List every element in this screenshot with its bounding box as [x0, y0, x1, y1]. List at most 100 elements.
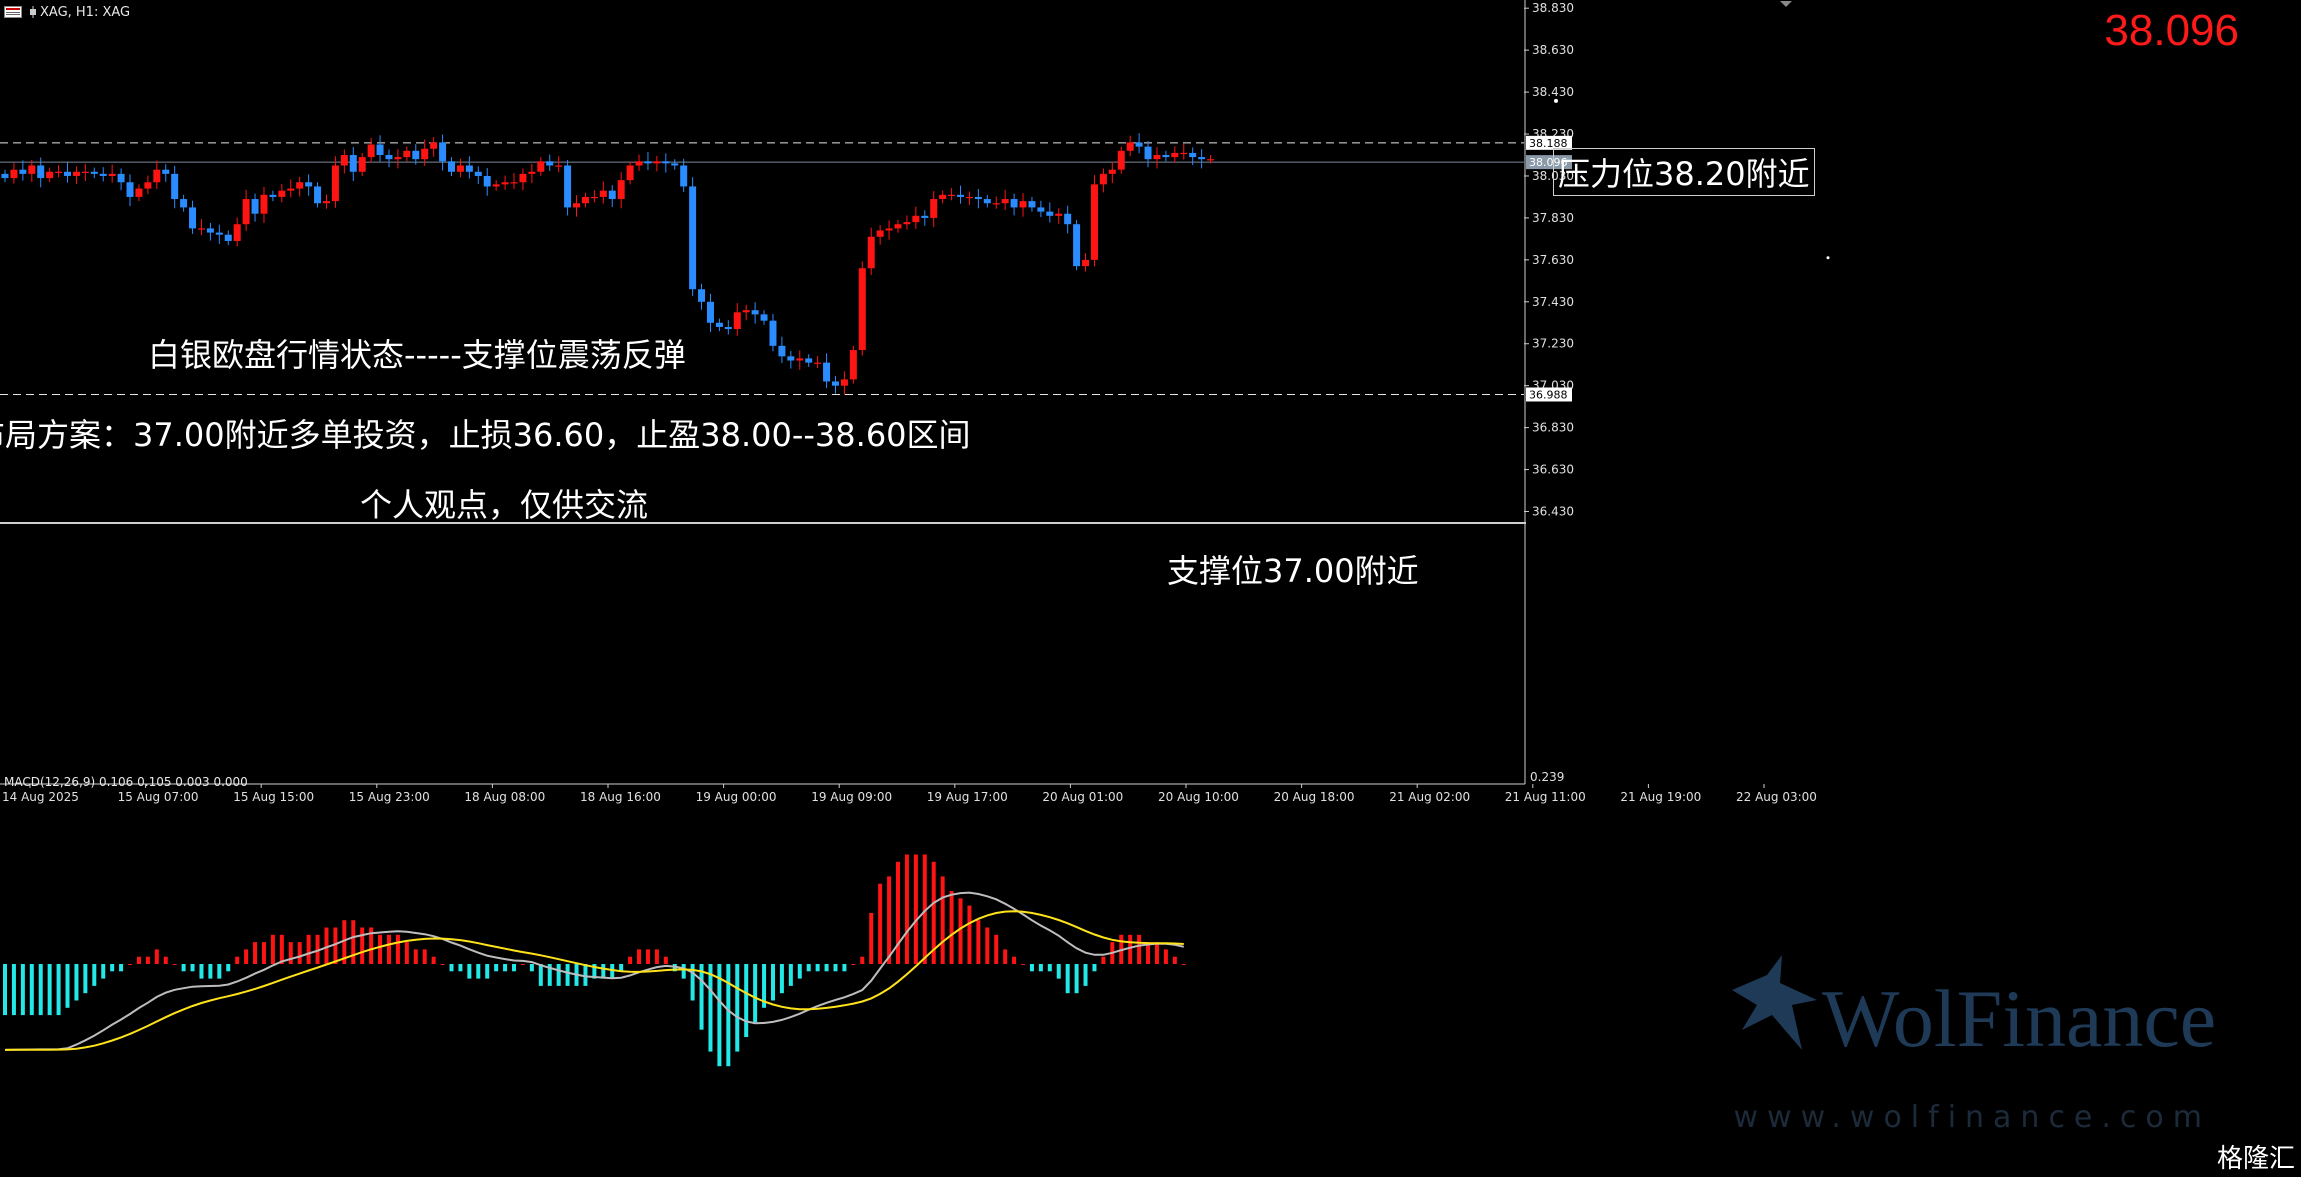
- price-tick-label: 38.830: [1532, 1, 1574, 15]
- chart-title: XAG, H1: XAG: [40, 5, 131, 20]
- macd-histogram-bar: [136, 956, 141, 964]
- candle-body: [724, 326, 732, 330]
- candle-body: [1082, 259, 1090, 267]
- macd-histogram-bar: [815, 964, 820, 972]
- candle-body: [331, 165, 339, 202]
- macd-histogram-bar: [1172, 956, 1177, 964]
- candle-body: [492, 184, 500, 187]
- candle: [858, 261, 866, 356]
- candle-body: [448, 161, 455, 172]
- candle-body: [939, 194, 947, 200]
- macd-histogram-bar: [1047, 964, 1052, 972]
- candle-body: [885, 228, 893, 231]
- macd-histogram-bar: [753, 964, 758, 1023]
- candle-body: [653, 161, 661, 164]
- candle-body: [805, 358, 813, 363]
- macd-histogram-bar: [896, 861, 900, 964]
- candle-body: [537, 161, 545, 172]
- candle-body: [367, 144, 375, 158]
- candle-body: [1064, 213, 1072, 225]
- price-tick-label: 37.630: [1532, 253, 1574, 267]
- candle-body: [823, 362, 831, 382]
- price-tick-label: 38.630: [1532, 43, 1574, 57]
- macd-histogram-bar: [556, 964, 561, 986]
- candle-body: [64, 171, 72, 176]
- macd-histogram-bar: [235, 956, 240, 964]
- candle-body: [992, 203, 1000, 205]
- candle-body: [1108, 169, 1116, 174]
- candle-body: [1, 173, 9, 179]
- candle-body: [46, 171, 54, 179]
- candle-body: [680, 165, 688, 187]
- candle-body: [153, 169, 161, 183]
- candle-body: [99, 173, 107, 176]
- candle-body: [974, 196, 982, 200]
- macd-histogram-bar: [83, 964, 88, 994]
- macd-histogram-bar: [270, 934, 275, 964]
- candle-body: [1090, 184, 1098, 260]
- candle-body: [81, 171, 89, 173]
- macd-histogram-bar: [824, 964, 829, 972]
- macd-histogram-bar: [378, 934, 383, 964]
- candle-body: [608, 190, 616, 200]
- candle-body: [1126, 142, 1134, 151]
- candle-body: [733, 312, 741, 330]
- price-tick-label: 37.830: [1532, 211, 1574, 225]
- candle-body: [546, 161, 554, 166]
- resistance-anchor: [1554, 98, 1558, 103]
- macd-histogram-bar: [583, 964, 588, 986]
- candle-body: [189, 207, 197, 229]
- candle-body: [617, 180, 625, 200]
- candle-body: [126, 182, 134, 197]
- watermark-domain: www.wolfinance.com: [1733, 1100, 2211, 1135]
- annotation-resistance: 压力位38.20附近: [1553, 148, 1815, 196]
- macd-histogram-bar: [395, 934, 400, 964]
- candle-body: [1153, 154, 1161, 160]
- macd-histogram-bar: [1074, 964, 1079, 994]
- candle-body: [474, 171, 482, 176]
- price-tick-label: 36.830: [1532, 421, 1574, 435]
- candle-body: [1135, 142, 1143, 147]
- candle-body: [251, 199, 259, 214]
- macd-histogram-bar: [1154, 942, 1159, 964]
- candle-body: [1055, 213, 1063, 216]
- macd-histogram-bar: [386, 934, 391, 964]
- candle-body: [742, 310, 750, 313]
- candle-body: [269, 194, 277, 197]
- candle-body: [787, 356, 795, 361]
- macd-histogram-bar: [119, 964, 124, 972]
- macd-histogram-bar: [1137, 934, 1142, 964]
- macd-histogram-bar: [645, 949, 650, 964]
- macd-histogram-bar: [163, 956, 168, 964]
- macd-histogram-bar: [1012, 956, 1017, 964]
- macd-histogram-bar: [1092, 964, 1097, 972]
- chart-menu-icon[interactable]: [4, 6, 22, 18]
- macd-histogram-bar: [101, 964, 106, 979]
- candle: [1073, 220, 1081, 271]
- time-tick-label: 20 Aug 18:00: [1274, 790, 1355, 804]
- candle-body: [233, 224, 241, 241]
- candle-body: [1001, 199, 1009, 204]
- candle: [1090, 175, 1098, 267]
- macd-histogram-bar: [878, 883, 883, 964]
- candle-body: [1171, 152, 1179, 158]
- candle-body: [831, 381, 839, 386]
- candle-body: [403, 150, 411, 158]
- candle-body: [778, 345, 786, 357]
- candle-body: [1028, 201, 1036, 208]
- gelonghui-logo: 格隆汇: [2216, 1144, 2295, 1174]
- candle-body: [314, 186, 322, 204]
- candle-body: [1019, 201, 1027, 208]
- candle-body: [1207, 159, 1215, 161]
- candle-body: [28, 165, 36, 174]
- macd-histogram-bar: [735, 964, 740, 1052]
- time-tick-label: 21 Aug 11:00: [1505, 790, 1586, 804]
- time-tick-label: 14 Aug 2025: [2, 790, 79, 804]
- candle-body: [340, 154, 348, 166]
- macd-histogram-bar: [360, 927, 365, 964]
- macd-histogram-bar: [869, 912, 874, 964]
- candle-body: [573, 203, 581, 208]
- candle-body: [635, 161, 643, 166]
- macd-histogram-bar: [538, 964, 543, 986]
- candle-body: [912, 215, 920, 223]
